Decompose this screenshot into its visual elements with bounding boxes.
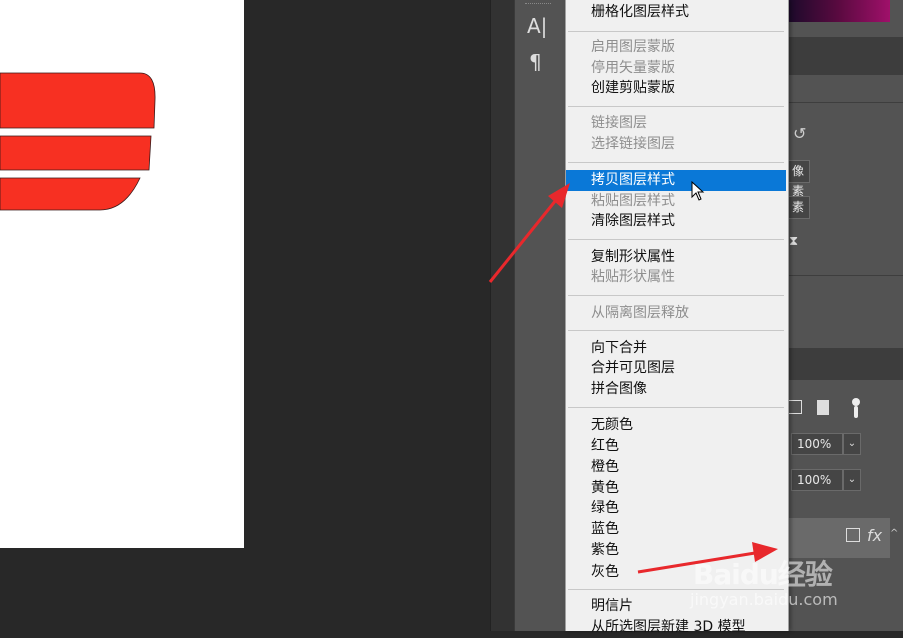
baidu-watermark-url: jingyan.baidu.com <box>690 590 838 609</box>
annotation-arrows <box>488 183 778 574</box>
baidu-watermark-logo: Baidu经验 <box>693 558 833 591</box>
